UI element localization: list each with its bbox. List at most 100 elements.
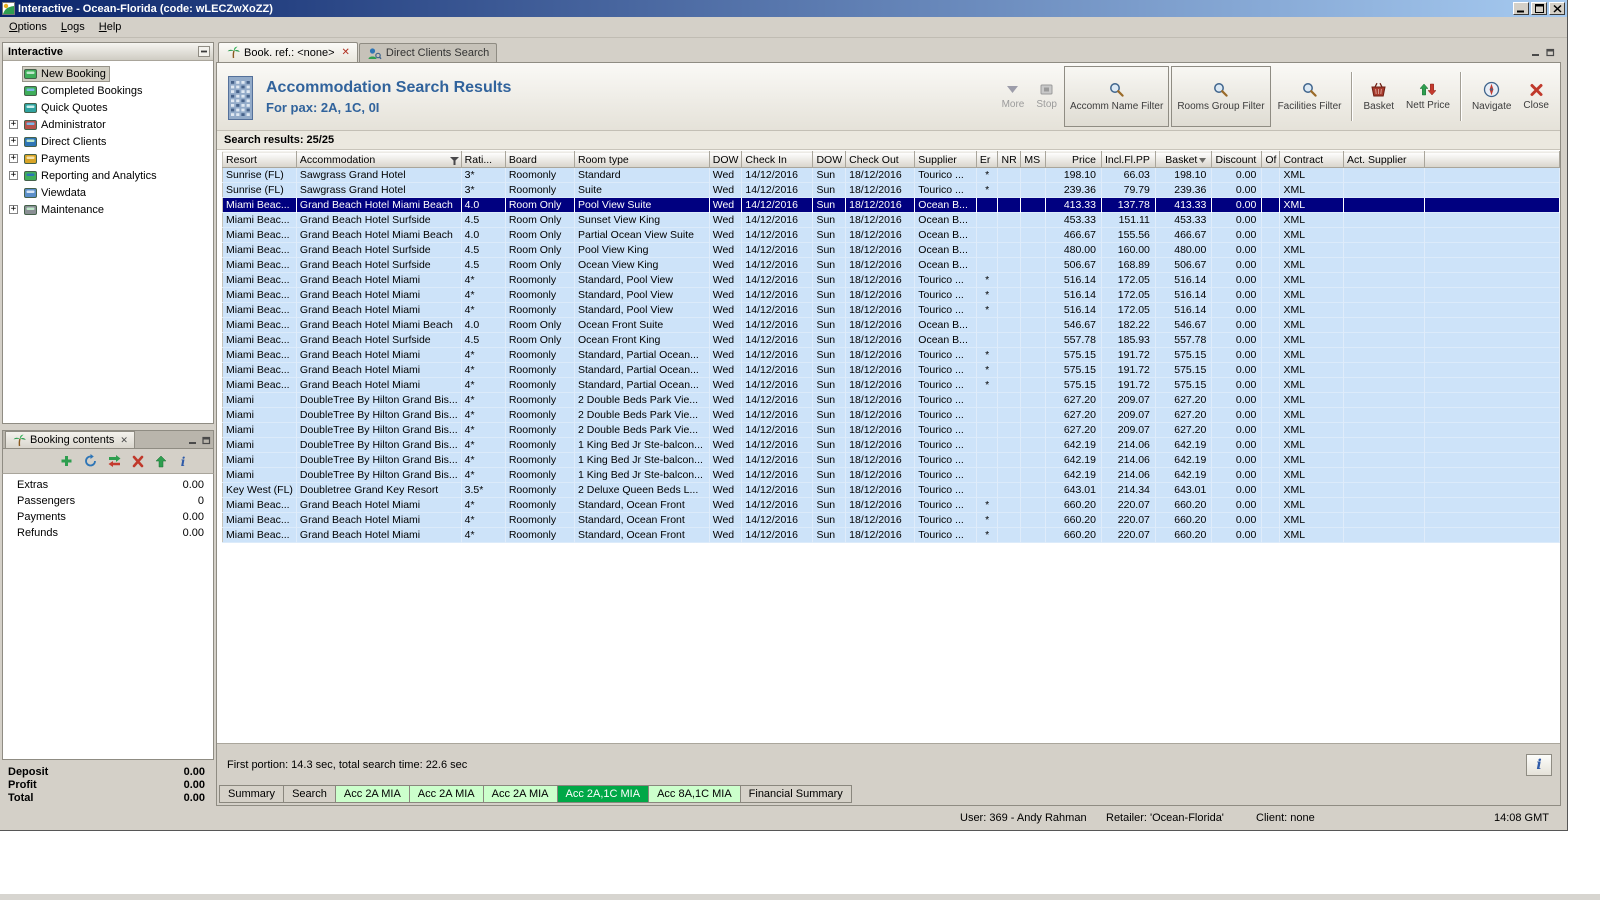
rooms-group-filter-button[interactable]: Rooms Group Filter bbox=[1171, 66, 1270, 127]
sidebar-item-new-booking[interactable]: New Booking bbox=[3, 65, 213, 82]
column-header-accommodation[interactable]: Accommodation bbox=[296, 152, 461, 168]
table-row[interactable]: Miami Beac...Grand Beach Hotel Surfside4… bbox=[223, 213, 1560, 228]
sidebar-item-quick-quotes[interactable]: Quick Quotes bbox=[3, 99, 213, 116]
column-header-rati[interactable]: Rati... bbox=[461, 152, 505, 168]
expand-icon[interactable]: + bbox=[9, 154, 18, 163]
expand-icon[interactable]: + bbox=[9, 205, 18, 214]
accomm-name-filter-button[interactable]: Accomm Name Filter bbox=[1064, 66, 1169, 127]
close-button[interactable]: Close bbox=[1518, 66, 1554, 127]
booking-list-item[interactable]: Refunds0.00 bbox=[3, 525, 213, 541]
table-row[interactable]: MiamiDoubleTree By Hilton Grand Bis...4*… bbox=[223, 438, 1560, 453]
booking-list-item[interactable]: Extras0.00 bbox=[3, 477, 213, 493]
table-row[interactable]: MiamiDoubleTree By Hilton Grand Bis...4*… bbox=[223, 408, 1560, 423]
column-header-price[interactable]: Price bbox=[1046, 152, 1102, 168]
column-header-er[interactable]: Er bbox=[976, 152, 998, 168]
delete-icon[interactable] bbox=[131, 455, 145, 468]
sidebar-item-reporting-and-analytics[interactable]: +Reporting and Analytics bbox=[3, 167, 213, 184]
table-row[interactable]: Miami Beac...Grand Beach Hotel Surfside4… bbox=[223, 243, 1560, 258]
panel-minimize-icon[interactable] bbox=[188, 436, 198, 445]
menu-options[interactable]: Options bbox=[2, 19, 54, 35]
column-header-check-out[interactable]: Check Out bbox=[846, 152, 915, 168]
column-header-discount[interactable]: Discount bbox=[1212, 152, 1262, 168]
table-row[interactable]: Miami Beac...Grand Beach Hotel Miami4*Ro… bbox=[223, 288, 1560, 303]
column-header-dow[interactable]: DOW bbox=[709, 152, 742, 168]
tab-direct-clients-search[interactable]: Direct Clients Search bbox=[359, 43, 497, 62]
column-header-dow[interactable]: DOW bbox=[813, 152, 846, 168]
table-row[interactable]: MiamiDoubleTree By Hilton Grand Bis...4*… bbox=[223, 393, 1560, 408]
table-row[interactable]: Sunrise (FL)Sawgrass Grand Hotel3*Roomon… bbox=[223, 183, 1560, 198]
table-row[interactable]: MiamiDoubleTree By Hilton Grand Bis...4*… bbox=[223, 453, 1560, 468]
panel-restore-icon[interactable] bbox=[201, 436, 211, 445]
bottom-tab-acc-8a-1c-mia[interactable]: Acc 8A,1C MIA bbox=[648, 785, 741, 803]
column-header-ms[interactable]: MS bbox=[1021, 152, 1046, 168]
column-header-contract[interactable]: Contract bbox=[1280, 152, 1344, 168]
refresh-icon[interactable] bbox=[83, 454, 98, 468]
table-row[interactable]: MiamiDoubleTree By Hilton Grand Bis...4*… bbox=[223, 468, 1560, 483]
transfer-icon[interactable] bbox=[107, 454, 122, 468]
column-header-blank[interactable] bbox=[1424, 152, 1559, 168]
column-header-incl-fl-pp[interactable]: Incl.Fl.PP bbox=[1101, 152, 1155, 168]
sidebar-item-payments[interactable]: +Payments bbox=[3, 150, 213, 167]
table-row[interactable]: Miami Beac...Grand Beach Hotel Miami4*Ro… bbox=[223, 348, 1560, 363]
nett-price-button[interactable]: Nett Price bbox=[1401, 66, 1455, 127]
add-icon[interactable] bbox=[59, 454, 74, 468]
table-row[interactable]: Miami Beac...Grand Beach Hotel Miami4*Ro… bbox=[223, 498, 1560, 513]
sidebar-item-viewdata[interactable]: Viewdata bbox=[3, 184, 213, 201]
table-row[interactable]: Miami Beac...Grand Beach Hotel Miami4*Ro… bbox=[223, 363, 1560, 378]
column-header-supplier[interactable]: Supplier bbox=[915, 152, 977, 168]
column-header-act-supplier[interactable]: Act. Supplier bbox=[1344, 152, 1425, 168]
sidebar-item-direct-clients[interactable]: +Direct Clients bbox=[3, 133, 213, 150]
table-row[interactable]: Miami Beac...Grand Beach Hotel Miami4*Ro… bbox=[223, 513, 1560, 528]
table-row[interactable]: Miami Beac...Grand Beach Hotel Miami4*Ro… bbox=[223, 303, 1560, 318]
sidebar-item-maintenance[interactable]: +Maintenance bbox=[3, 201, 213, 218]
bottom-tab-acc-2a-mia[interactable]: Acc 2A MIA bbox=[409, 785, 484, 803]
facilities-filter-button[interactable]: Facilities Filter bbox=[1273, 66, 1347, 127]
tab-book-ref-none[interactable]: Book. ref.: <none>✕ bbox=[218, 42, 358, 62]
info-icon[interactable]: i bbox=[177, 455, 189, 468]
column-header-of[interactable]: Of bbox=[1262, 152, 1280, 168]
close-button[interactable] bbox=[1549, 2, 1565, 15]
column-header-room-type[interactable]: Room type bbox=[575, 152, 710, 168]
maximize-button[interactable] bbox=[1531, 2, 1547, 15]
table-row[interactable]: Sunrise (FL)Sawgrass Grand Hotel3*Roomon… bbox=[223, 168, 1560, 183]
table-row[interactable]: MiamiDoubleTree By Hilton Grand Bis...4*… bbox=[223, 423, 1560, 438]
bottom-tab-acc-2a-mia[interactable]: Acc 2A MIA bbox=[335, 785, 410, 803]
table-row[interactable]: Miami Beac...Grand Beach Hotel Miami4*Ro… bbox=[223, 273, 1560, 288]
panel-collapse-button[interactable] bbox=[198, 46, 210, 57]
column-header-resort[interactable]: Resort bbox=[223, 152, 297, 168]
bottom-tab-acc-2a-1c-mia[interactable]: Acc 2A,1C MIA bbox=[557, 785, 650, 803]
expand-icon[interactable]: + bbox=[9, 120, 18, 129]
tab-close-icon[interactable]: ✕ bbox=[342, 47, 350, 58]
table-row[interactable]: Miami Beac...Grand Beach Hotel Surfside4… bbox=[223, 333, 1560, 348]
bottom-tab-acc-2a-mia[interactable]: Acc 2A MIA bbox=[483, 785, 558, 803]
booking-contents-close-icon[interactable]: ✕ bbox=[120, 435, 128, 446]
sidebar-item-completed-bookings[interactable]: Completed Bookings bbox=[3, 82, 213, 99]
booking-list-item[interactable]: Payments0.00 bbox=[3, 509, 213, 525]
column-header-nr[interactable]: NR bbox=[998, 152, 1021, 168]
bottom-tab-search[interactable]: Search bbox=[283, 785, 336, 803]
column-header-board[interactable]: Board bbox=[505, 152, 574, 168]
minimize-button[interactable] bbox=[1513, 2, 1529, 15]
table-row[interactable]: Miami Beac...Grand Beach Hotel Miami4*Ro… bbox=[223, 528, 1560, 543]
table-row[interactable]: Key West (FL)Doubletree Grand Key Resort… bbox=[223, 483, 1560, 498]
table-row[interactable]: Miami Beac...Grand Beach Hotel Miami Bea… bbox=[223, 198, 1560, 213]
basket-button[interactable]: Basket bbox=[1358, 66, 1399, 127]
booking-list-item[interactable]: Passengers0 bbox=[3, 493, 213, 509]
bottom-tab-financial-summary[interactable]: Financial Summary bbox=[740, 785, 852, 803]
booking-contents-tab[interactable]: Booking contents ✕ bbox=[5, 431, 135, 448]
table-row[interactable]: Miami Beac...Grand Beach Hotel Surfside4… bbox=[223, 258, 1560, 273]
bottom-tab-summary[interactable]: Summary bbox=[219, 785, 284, 803]
column-header-check-in[interactable]: Check In bbox=[742, 152, 813, 168]
upload-icon[interactable] bbox=[154, 455, 168, 468]
expand-icon[interactable]: + bbox=[9, 171, 18, 180]
panel-minimize-icon[interactable] bbox=[1531, 48, 1541, 57]
table-row[interactable]: Miami Beac...Grand Beach Hotel Miami Bea… bbox=[223, 318, 1560, 333]
expand-icon[interactable]: + bbox=[9, 137, 18, 146]
navigate-button[interactable]: Navigate bbox=[1467, 66, 1516, 127]
info-button[interactable]: i bbox=[1526, 754, 1552, 776]
menu-logs[interactable]: Logs bbox=[54, 19, 92, 35]
panel-restore-icon[interactable] bbox=[1545, 48, 1555, 57]
column-header-basket[interactable]: Basket bbox=[1155, 152, 1211, 168]
table-row[interactable]: Miami Beac...Grand Beach Hotel Miami4*Ro… bbox=[223, 378, 1560, 393]
table-row[interactable]: Miami Beac...Grand Beach Hotel Miami Bea… bbox=[223, 228, 1560, 243]
